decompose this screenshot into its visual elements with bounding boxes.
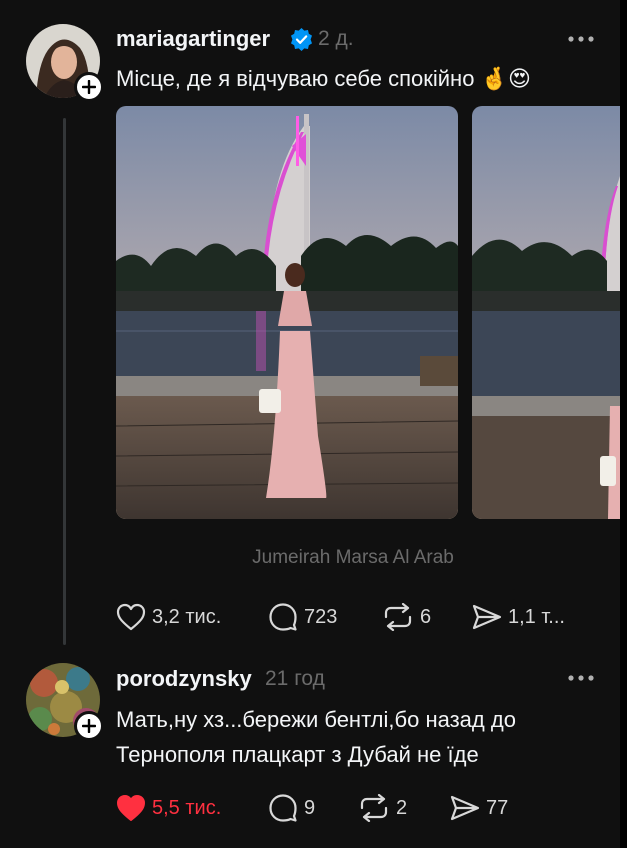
verified-icon [289, 27, 314, 57]
reply-comment-count: 9 [304, 796, 316, 819]
follow-plus-button-reply[interactable] [74, 711, 104, 741]
plus-icon [82, 80, 96, 94]
reply-text-line-1: Мать,ну хз...бережи бентлі,бо назад до [116, 707, 516, 732]
post-photo-2[interactable] [472, 106, 620, 519]
reply-text: Мать,ну хз...бережи бентлі,бо назад до Т… [116, 702, 516, 772]
reply-comment-button[interactable]: 9 [268, 794, 315, 822]
heart-eyes-emoji: 😍 [507, 66, 531, 91]
post-photo-1[interactable] [116, 106, 458, 519]
screen-edge [620, 0, 627, 848]
comment-count: 723 [304, 605, 338, 628]
repost-icon [360, 794, 388, 822]
reply-share-button[interactable]: 77 [450, 794, 508, 822]
share-icon [472, 604, 502, 630]
follow-plus-button[interactable] [74, 72, 104, 102]
share-count: 1,1 т... [508, 605, 565, 628]
repost-button[interactable]: 6 [382, 603, 431, 631]
comment-icon [269, 794, 297, 822]
post-time: 2 д. [318, 27, 354, 50]
reply-like-button[interactable]: 5,5 тис. [116, 794, 221, 822]
more-icon[interactable] [567, 674, 595, 682]
share-button[interactable]: 1,1 т... [472, 603, 565, 631]
reply-like-count: 5,5 тис. [152, 796, 222, 819]
repost-count: 6 [420, 605, 432, 628]
heart-icon [117, 795, 145, 821]
heart-icon [116, 603, 146, 631]
post-username[interactable]: mariagartinger [116, 26, 270, 52]
repost-icon [384, 603, 412, 631]
reply-username[interactable]: porodzynsky [116, 666, 252, 692]
caption-text: Місце, де я відчуваю себе спокійно [116, 66, 475, 91]
like-count: 3,2 тис. [152, 605, 222, 628]
more-icon[interactable] [567, 35, 595, 43]
reply-repost-count: 2 [396, 796, 408, 819]
comment-button[interactable]: 723 [268, 603, 337, 631]
location-tag[interactable]: Jumeirah Marsa Al Arab [0, 547, 627, 569]
post-caption: Місце, де я відчуваю себе спокійно 🤞😍 [116, 62, 531, 95]
like-button[interactable]: 3,2 тис. [116, 603, 221, 631]
reply-time: 21 год [265, 667, 325, 690]
plus-icon [82, 719, 96, 733]
fingers-crossed-emoji: 🤞 [480, 66, 508, 91]
reply-repost-button[interactable]: 2 [358, 794, 407, 822]
reply-text-line-2: Тернополя плацкарт з Дубай не їде [116, 742, 479, 767]
reply-share-count: 77 [486, 796, 509, 819]
comment-icon [269, 603, 297, 631]
share-icon [450, 795, 480, 821]
